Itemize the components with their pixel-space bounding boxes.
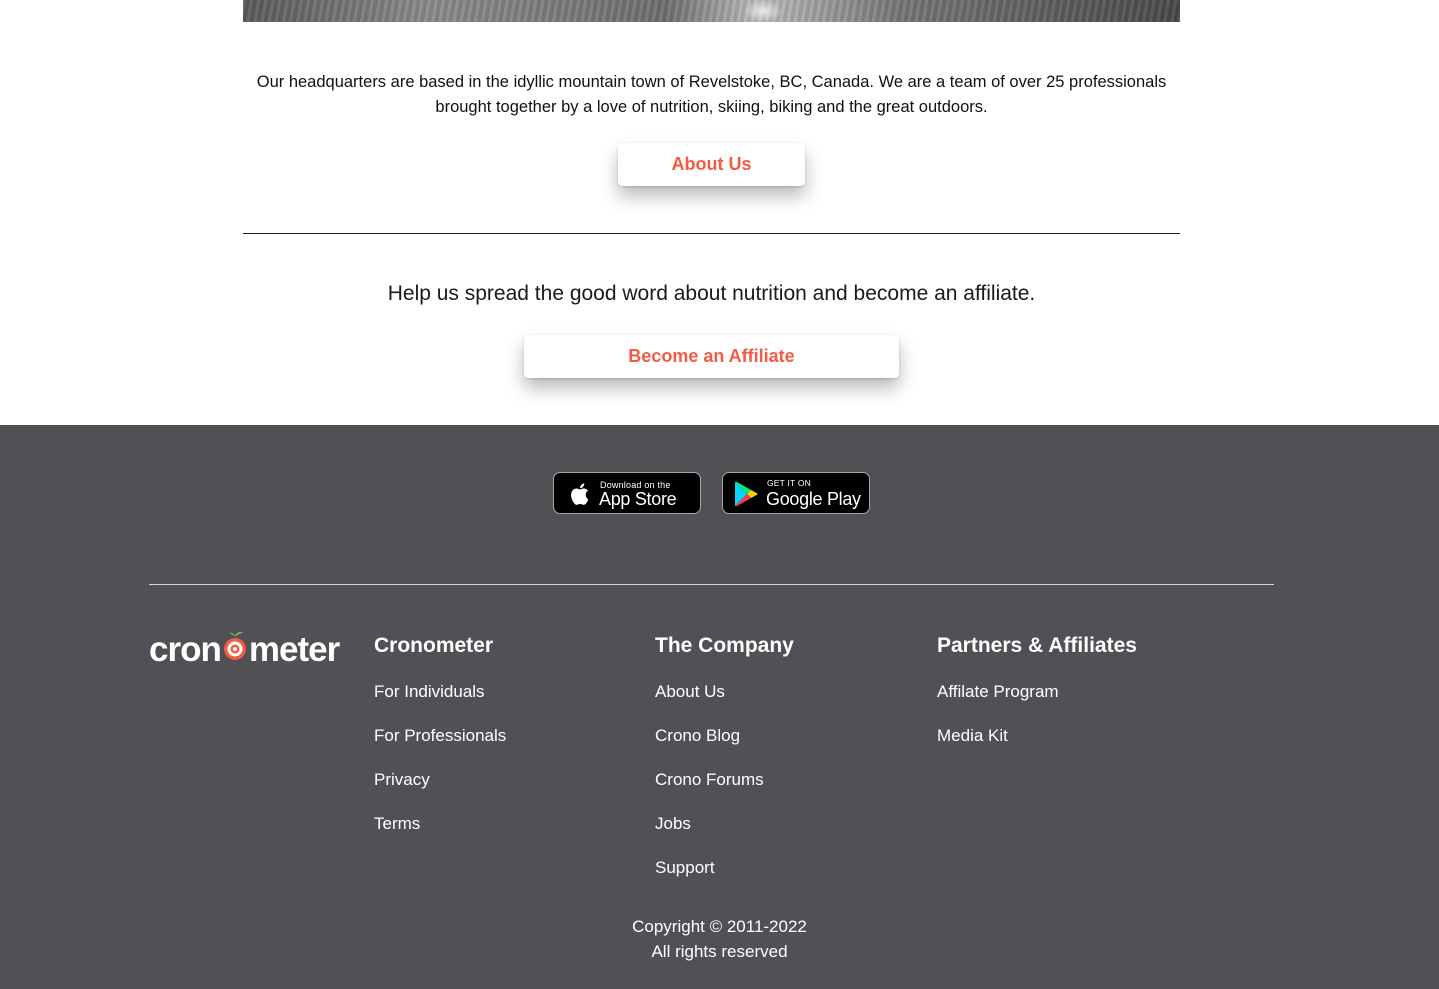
logo-text-left: cron (149, 630, 222, 669)
footer-link-about-us[interactable]: About Us (655, 682, 725, 702)
headquarters-photo (243, 0, 1180, 22)
about-us-button[interactable]: About Us (618, 143, 805, 186)
google-play-icon (735, 481, 758, 507)
app-store-badge[interactable]: Download on the App Store (553, 472, 701, 514)
footer-column-partners: Partners & Affiliates Affilate Program M… (937, 632, 1137, 745)
site-footer: Download on the App Store GET IT ON Goog… (0, 425, 1439, 989)
footer-link-terms[interactable]: Terms (374, 814, 420, 834)
footer-column-company: The Company About Us Crono Blog Crono Fo… (655, 632, 794, 877)
app-store-big-text: App Store (599, 489, 677, 509)
footer-column-title: The Company (655, 634, 794, 657)
copyright: Copyright © 2011-2022 All rights reserve… (0, 914, 1439, 964)
apple-icon (571, 483, 589, 505)
footer-link-for-professionals[interactable]: For Professionals (374, 726, 506, 746)
footer-divider (149, 584, 1274, 585)
google-play-small-text: GET IT ON (767, 478, 811, 488)
footer-link-support[interactable]: Support (655, 858, 715, 878)
footer-link-crono-forums[interactable]: Crono Forums (655, 770, 764, 790)
logo-target-icon (222, 632, 248, 663)
footer-link-privacy[interactable]: Privacy (374, 770, 430, 790)
footer-link-jobs[interactable]: Jobs (655, 814, 691, 834)
google-play-big-text: Google Play (766, 489, 861, 509)
footer-column-title: Partners & Affiliates (937, 634, 1137, 657)
section-divider (243, 233, 1180, 234)
become-affiliate-button[interactable]: Become an Affiliate (524, 335, 899, 378)
footer-link-for-individuals[interactable]: For Individuals (374, 682, 485, 702)
footer-column-title: Cronometer (374, 634, 494, 657)
footer-link-crono-blog[interactable]: Crono Blog (655, 726, 740, 746)
google-play-badge[interactable]: GET IT ON Google Play (722, 472, 870, 514)
footer-column-cronometer: Cronometer For Individuals For Professio… (374, 632, 506, 833)
footer-link-affiliate-program[interactable]: Affilate Program (937, 682, 1059, 702)
logo-text-right: meter (248, 630, 340, 669)
rights-reserved-line: All rights reserved (651, 942, 788, 961)
footer-link-media-kit[interactable]: Media Kit (937, 726, 1008, 746)
headquarters-description: Our headquarters are based in the idylli… (256, 73, 1167, 116)
affiliate-prompt: Help us spread the good word about nutri… (387, 282, 1036, 305)
cronometer-logo[interactable]: cron meter (149, 630, 340, 670)
copyright-line: Copyright © 2011-2022 (632, 917, 807, 936)
